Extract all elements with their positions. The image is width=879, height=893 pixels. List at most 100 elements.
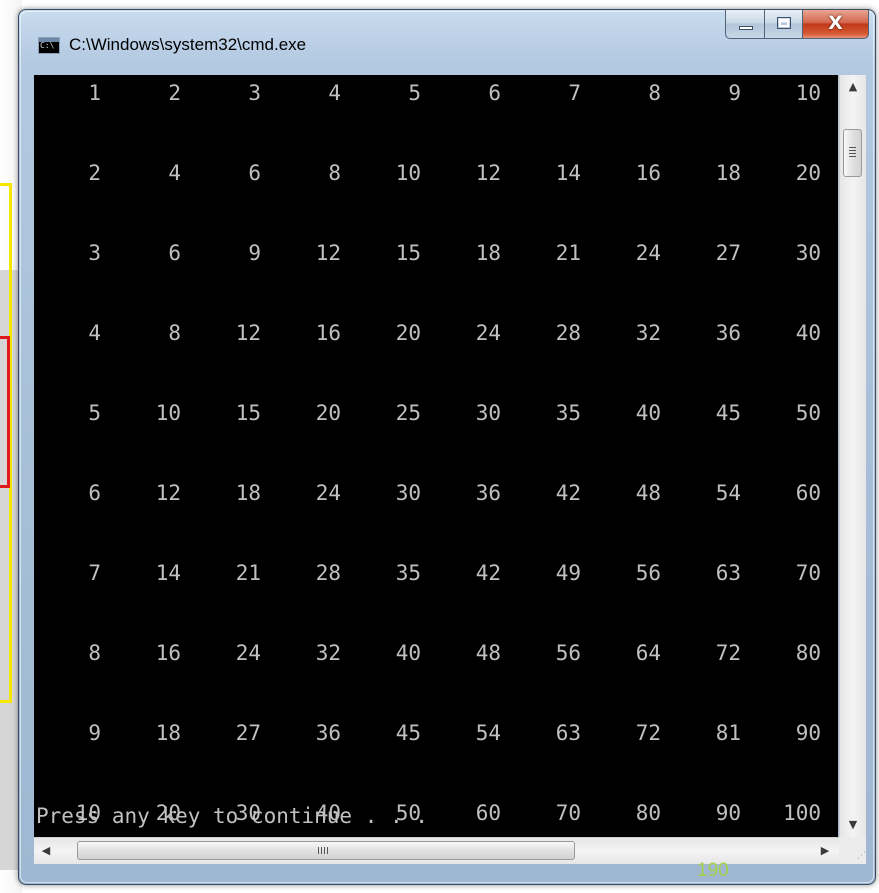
close-button[interactable]: X — [803, 10, 869, 39]
table-cell: 56 — [555, 641, 581, 665]
horizontal-scroll-thumb[interactable] — [77, 841, 575, 860]
minimize-button[interactable] — [725, 10, 765, 39]
maximize-icon — [777, 17, 791, 29]
table-cell: 9 — [728, 81, 741, 105]
table-cell: 14 — [555, 161, 581, 185]
vertical-scroll-thumb[interactable] — [843, 129, 862, 177]
table-cell: 30 — [475, 401, 501, 425]
table-cell: 15 — [395, 241, 421, 265]
table-cell: 6 — [488, 81, 501, 105]
table-cell: 56 — [635, 561, 661, 585]
table-cell: 10 — [155, 401, 181, 425]
thumb-grip-line — [324, 847, 325, 854]
table-cell: 32 — [315, 641, 341, 665]
table-cell: 10 — [795, 81, 821, 105]
table-cell: 12 — [475, 161, 501, 185]
table-cell: 24 — [315, 481, 341, 505]
table-cell: 5 — [88, 401, 101, 425]
table-cell: 36 — [715, 321, 741, 345]
table-row: 1 2 3 4 5 6 7 8 9 10 — [34, 78, 838, 108]
table-cell: 21 — [555, 241, 581, 265]
table-cell: 5 — [408, 81, 421, 105]
table-cell: 32 — [635, 321, 661, 345]
table-cell: 50 — [395, 801, 421, 825]
table-cell: 10 — [75, 801, 101, 825]
table-cell: 81 — [715, 721, 741, 745]
scroll-left-arrow-icon[interactable]: ◀ — [34, 838, 58, 864]
table-cell: 35 — [555, 401, 581, 425]
table-cell: 90 — [795, 721, 821, 745]
table-row: 6 12 18 24 30 36 42 48 54 60 — [34, 478, 838, 508]
scroll-right-arrow-icon[interactable]: ▶ — [813, 838, 837, 864]
table-cell: 40 — [395, 641, 421, 665]
thumb-grip-line — [849, 153, 856, 154]
table-cell: 28 — [555, 321, 581, 345]
table-cell: 20 — [395, 321, 421, 345]
thumb-grip-line — [318, 847, 319, 854]
scroll-up-arrow-icon[interactable]: ▲ — [840, 75, 866, 99]
table-cell: 6 — [88, 481, 101, 505]
thumb-grip-line — [849, 147, 856, 148]
table-cell: 12 — [155, 481, 181, 505]
cmd-app-icon[interactable]: C:\ — [38, 37, 60, 54]
table-cell: 42 — [475, 561, 501, 585]
table-row: 8 16 24 32 40 48 56 64 72 80 — [34, 638, 838, 668]
table-row: 9 18 27 36 45 54 63 72 81 90 — [34, 718, 838, 748]
table-cell: 4 — [328, 81, 341, 105]
table-cell: 30 — [395, 481, 421, 505]
table-cell: 35 — [395, 561, 421, 585]
table-cell: 18 — [235, 481, 261, 505]
horizontal-scrollbar[interactable]: ◀ ▶ — [34, 837, 866, 864]
table-cell: 42 — [555, 481, 581, 505]
table-cell: 70 — [555, 801, 581, 825]
red-highlight-box — [0, 336, 10, 488]
scroll-down-arrow-icon[interactable]: ▼ — [840, 813, 866, 837]
table-cell: 4 — [88, 321, 101, 345]
thumb-grip-line — [849, 150, 856, 151]
table-cell: 100 — [783, 801, 821, 825]
table-cell: 48 — [475, 641, 501, 665]
close-icon: X — [828, 12, 843, 34]
table-cell: 6 — [168, 241, 181, 265]
table-cell: 49 — [555, 561, 581, 585]
table-cell: 12 — [235, 321, 261, 345]
maximize-button[interactable] — [765, 10, 803, 39]
table-cell: 72 — [635, 721, 661, 745]
app-icon-text: C:\ — [40, 41, 55, 50]
table-cell: 16 — [315, 321, 341, 345]
table-cell: 45 — [715, 401, 741, 425]
table-cell: 18 — [715, 161, 741, 185]
table-cell: 10 — [395, 161, 421, 185]
table-row: 3 6 9 12 15 18 21 24 27 30 — [34, 238, 838, 268]
table-cell: 3 — [248, 81, 261, 105]
table-row: 2 4 6 8 10 12 14 16 18 20 — [34, 158, 838, 188]
window-title: C:\Windows\system32\cmd.exe — [69, 35, 307, 54]
table-cell: 36 — [315, 721, 341, 745]
table-cell: 20 — [155, 801, 181, 825]
table-cell: 40 — [635, 401, 661, 425]
vertical-scrollbar[interactable]: ▲ ▼ — [839, 75, 866, 837]
table-cell: 9 — [248, 241, 261, 265]
table-cell: 16 — [635, 161, 661, 185]
table-cell: 27 — [715, 241, 741, 265]
thumb-grip-line — [849, 156, 856, 157]
table-row: 4 8 12 16 20 24 28 32 36 40 — [34, 318, 838, 348]
table-cell: 80 — [795, 641, 821, 665]
title-bar[interactable]: C:\ C:\Windows\system32\cmd.exe X — [19, 10, 875, 74]
table-cell: 8 — [168, 321, 181, 345]
console-output[interactable]: Press any key to continue . . . 12345678… — [34, 75, 838, 837]
table-cell: 48 — [635, 481, 661, 505]
table-row: 7 14 21 28 35 42 49 56 63 70 — [34, 558, 838, 588]
table-cell: 8 — [88, 641, 101, 665]
table-cell: 14 — [155, 561, 181, 585]
resize-grip-icon[interactable]: ⋰ — [839, 837, 866, 864]
table-cell: 60 — [475, 801, 501, 825]
table-cell: 60 — [795, 481, 821, 505]
table-cell: 8 — [328, 161, 341, 185]
table-cell: 15 — [235, 401, 261, 425]
table-cell: 20 — [315, 401, 341, 425]
table-cell: 50 — [795, 401, 821, 425]
table-cell: 2 — [168, 81, 181, 105]
table-cell: 18 — [155, 721, 181, 745]
table-cell: 8 — [648, 81, 661, 105]
